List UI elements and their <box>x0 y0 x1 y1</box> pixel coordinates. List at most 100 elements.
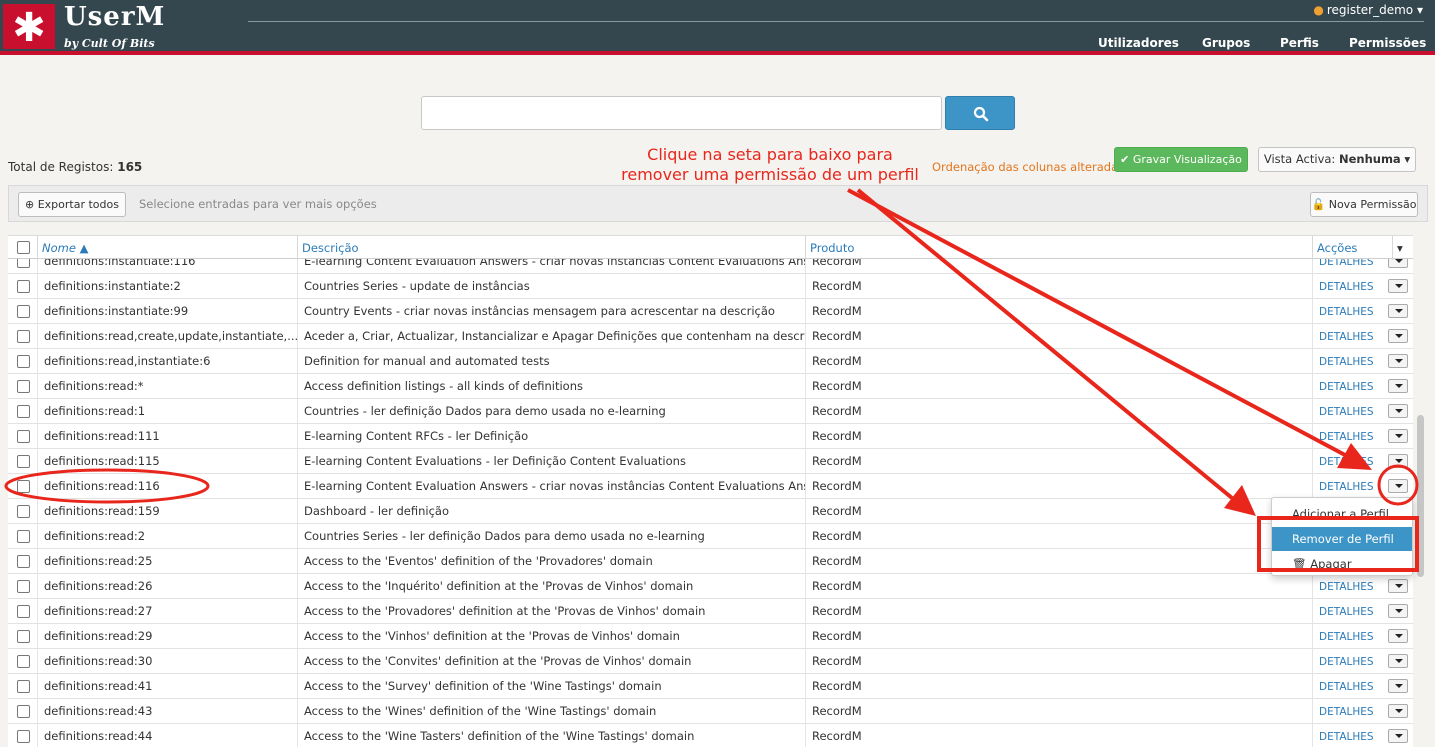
row-checkbox[interactable] <box>17 280 30 293</box>
logo-icon[interactable]: ✱ <box>3 4 55 51</box>
row-checkbox[interactable] <box>17 305 30 318</box>
table-row[interactable]: definitions:read,create,update,instantia… <box>8 324 1413 349</box>
nav-perfis[interactable]: Perfis <box>1280 36 1319 50</box>
details-link[interactable]: DETALHES <box>1319 731 1374 743</box>
table-row[interactable]: definitions:read:26 Access to the 'Inquér… <box>8 574 1413 599</box>
row-checkbox[interactable] <box>17 380 30 393</box>
table-row[interactable]: definitions:read:43 Access to the 'Wines'… <box>8 699 1413 724</box>
active-view-dropdown[interactable]: Vista Activa: Nenhuma ▾ <box>1258 147 1416 172</box>
row-checkbox[interactable] <box>17 505 30 518</box>
row-actions-dropdown-button[interactable] <box>1388 454 1408 468</box>
row-actions-dropdown-button[interactable] <box>1388 679 1408 693</box>
app-title[interactable]: UserM <box>64 2 165 32</box>
cell-produto: RecordM <box>806 324 1313 349</box>
cell-produto: RecordM <box>806 474 1313 499</box>
row-checkbox[interactable] <box>17 605 30 618</box>
details-link[interactable]: DETALHES <box>1319 456 1374 468</box>
details-link[interactable]: DETALHES <box>1319 281 1374 293</box>
row-checkbox[interactable] <box>17 705 30 718</box>
total-value: 165 <box>117 160 143 174</box>
details-link[interactable]: DETALHES <box>1319 706 1374 718</box>
row-actions-dropdown-button[interactable] <box>1388 604 1408 618</box>
row-checkbox[interactable] <box>17 480 30 493</box>
row-checkbox[interactable] <box>17 655 30 668</box>
menu-item-add-to-profile[interactable]: Adicionar a Perfil <box>1272 502 1412 526</box>
row-actions-dropdown-button[interactable] <box>1388 304 1408 318</box>
row-actions-dropdown-button[interactable] <box>1388 354 1408 368</box>
nav-utilizadores[interactable]: Utilizadores <box>1098 36 1179 50</box>
column-nome[interactable]: Nome ▲ <box>38 236 298 260</box>
row-actions-dropdown-button[interactable] <box>1388 629 1408 643</box>
scrollbar[interactable] <box>1417 415 1424 577</box>
row-checkbox[interactable] <box>17 330 30 343</box>
table-row[interactable]: definitions:read:29 Access to the 'Vinhos… <box>8 624 1413 649</box>
details-link[interactable]: DETALHES <box>1319 656 1374 668</box>
details-link[interactable]: DETALHES <box>1319 481 1374 493</box>
table-row[interactable]: definitions:instantiate:2 Countries Serie… <box>8 274 1413 299</box>
cell-produto: RecordM <box>806 674 1313 699</box>
details-link[interactable]: DETALHES <box>1319 681 1374 693</box>
row-checkbox[interactable] <box>17 730 30 743</box>
row-actions-dropdown-button[interactable] <box>1388 404 1408 418</box>
table-row[interactable]: definitions:read:27 Access to the 'Provad… <box>8 599 1413 624</box>
row-actions-dropdown-button[interactable] <box>1388 654 1408 668</box>
table-row[interactable]: definitions:read:30 Access to the 'Convit… <box>8 649 1413 674</box>
row-checkbox[interactable] <box>17 405 30 418</box>
cell-nome: definitions:read:44 <box>38 724 298 747</box>
row-actions-dropdown-button[interactable] <box>1388 704 1408 718</box>
row-checkbox[interactable] <box>17 580 30 593</box>
table-toolbar: ⊕ Exportar todos Selecione entradas para… <box>8 185 1428 222</box>
menu-item-delete[interactable]: 🗑 Apagar <box>1272 552 1412 576</box>
details-link[interactable]: DETALHES <box>1319 356 1374 368</box>
row-actions-dropdown-button[interactable] <box>1388 279 1408 293</box>
table-row[interactable]: definitions:read:1 Countries - ler defini… <box>8 399 1413 424</box>
row-checkbox[interactable] <box>17 680 30 693</box>
row-actions-dropdown-button[interactable] <box>1388 429 1408 443</box>
row-actions-dropdown-button[interactable] <box>1388 329 1408 343</box>
table-row[interactable]: definitions:read:* Access definition list… <box>8 374 1413 399</box>
table-row[interactable]: definitions:read,instantiate:6 Definition… <box>8 349 1413 374</box>
export-all-button[interactable]: ⊕ Exportar todos <box>18 192 126 217</box>
columns-menu-icon[interactable]: ▾ <box>1393 236 1413 260</box>
table-row[interactable]: definitions:read:25 Access to the 'Evento… <box>8 549 1413 574</box>
details-link[interactable]: DETALHES <box>1319 381 1374 393</box>
menu-item-remove-from-profile[interactable]: Remover de Perfil <box>1272 527 1412 551</box>
column-produto[interactable]: Produto <box>806 236 1313 260</box>
save-view-button[interactable]: ✔ Gravar Visualização <box>1114 147 1248 172</box>
table-row[interactable]: definitions:instantiate:99 Country Events… <box>8 299 1413 324</box>
row-actions-dropdown-button[interactable] <box>1388 479 1408 493</box>
nav-grupos[interactable]: Grupos <box>1202 36 1250 50</box>
row-checkbox[interactable] <box>17 430 30 443</box>
table-row[interactable]: definitions:read:115 E-learning Content E… <box>8 449 1413 474</box>
table-row[interactable]: definitions:read:44 Access to the 'Wine T… <box>8 724 1413 747</box>
cell-nome: definitions:instantiate:99 <box>38 299 298 324</box>
table-row[interactable]: definitions:read:111 E-learning Content R… <box>8 424 1413 449</box>
table-row[interactable]: definitions:read:159 Dashboard - ler defi… <box>8 499 1413 524</box>
user-menu[interactable]: ● register_demo ▾ <box>1313 3 1423 17</box>
table-row[interactable]: definitions:read:2 Countries Series - ler… <box>8 524 1413 549</box>
details-link[interactable]: DETALHES <box>1319 631 1374 643</box>
cell-produto: RecordM <box>806 524 1313 549</box>
row-checkbox[interactable] <box>17 530 30 543</box>
table-row[interactable]: definitions:read:116 E-learning Content E… <box>8 474 1413 499</box>
nav-permissoes[interactable]: Permissões <box>1349 36 1426 50</box>
row-checkbox[interactable] <box>17 355 30 368</box>
row-checkbox[interactable] <box>17 455 30 468</box>
details-link[interactable]: DETALHES <box>1319 406 1374 418</box>
column-accoes[interactable]: Acções <box>1313 236 1393 260</box>
details-link[interactable]: DETALHES <box>1319 431 1374 443</box>
search-input[interactable] <box>421 96 942 130</box>
search-button[interactable] <box>945 96 1015 130</box>
row-actions-dropdown-button[interactable] <box>1388 379 1408 393</box>
row-checkbox[interactable] <box>17 630 30 643</box>
row-checkbox[interactable] <box>17 555 30 568</box>
details-link[interactable]: DETALHES <box>1319 306 1374 318</box>
details-link[interactable]: DETALHES <box>1319 606 1374 618</box>
row-actions-dropdown-button[interactable] <box>1388 579 1408 593</box>
table-row[interactable]: definitions:read:41 Access to the 'Survey… <box>8 674 1413 699</box>
column-descricao[interactable]: Descrição <box>298 236 806 260</box>
details-link[interactable]: DETALHES <box>1319 331 1374 343</box>
new-permission-button[interactable]: 🔓 Nova Permissão <box>1310 192 1418 217</box>
row-actions-dropdown-button[interactable] <box>1388 729 1408 743</box>
details-link[interactable]: DETALHES <box>1319 581 1374 593</box>
